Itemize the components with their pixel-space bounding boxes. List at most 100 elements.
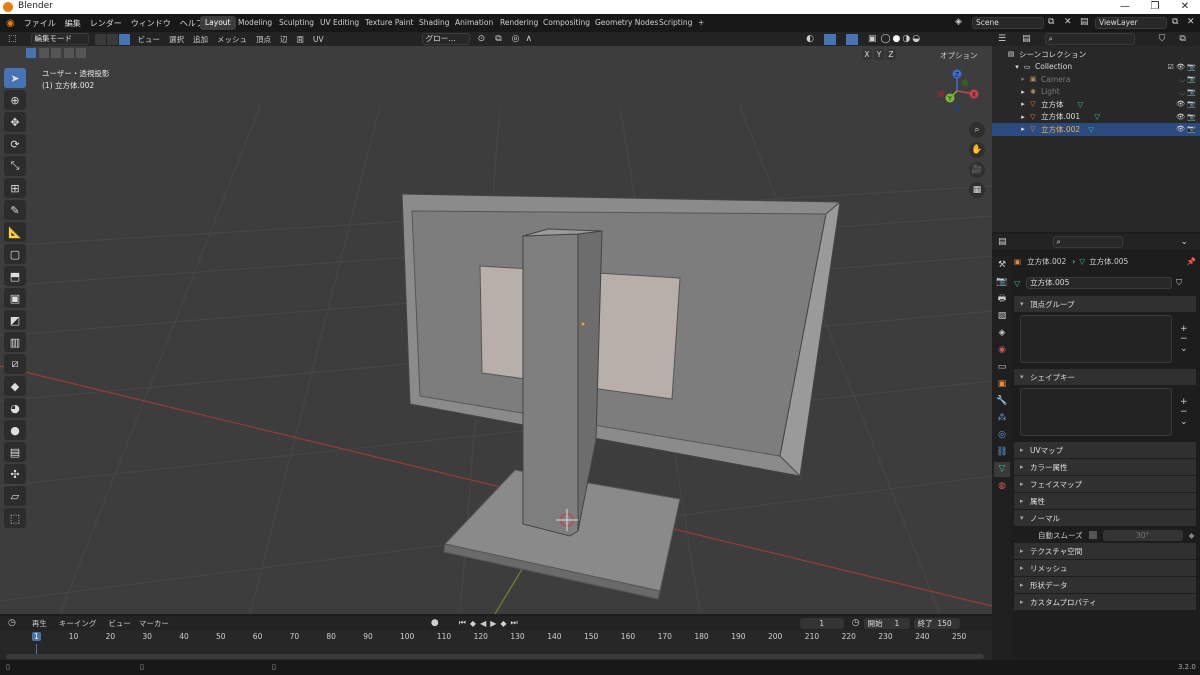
cube-001-visibility-icons[interactable]: 👁 📷: [1176, 113, 1196, 121]
outliner-item-cube-001[interactable]: ▸ ▽ 立方体.001 ▽ 👁 📷: [992, 111, 1200, 124]
jump-end-icon[interactable]: ⏭: [511, 618, 518, 628]
edge-select-icon[interactable]: [106, 33, 118, 45]
constraints-tab-icon[interactable]: ⛓: [994, 445, 1010, 460]
expand-icon[interactable]: ▾: [1012, 63, 1022, 71]
cursor-tool-icon[interactable]: ⊕: [4, 90, 26, 110]
outliner-item-camera[interactable]: ▸ ▣ Camera ◡ 📷: [992, 73, 1200, 86]
new-collection-icon[interactable]: ⧉: [1179, 34, 1185, 44]
panel-uv-maps[interactable]: ▸ UVマップ: [1014, 442, 1196, 458]
panel-attributes[interactable]: ▸ 属性: [1014, 493, 1196, 509]
stand-pillar[interactable]: [522, 233, 579, 537]
properties-menu-icon[interactable]: ⌄: [1181, 237, 1189, 247]
play-icon[interactable]: ▶: [490, 619, 496, 628]
auto-smooth-angle-field[interactable]: 30°: [1102, 529, 1183, 541]
outliner-item-cube-002[interactable]: ▸ ▽ 立方体.002 ▽ 👁 📷: [992, 123, 1200, 136]
menu-select[interactable]: 選択: [169, 34, 184, 45]
frame-ruler[interactable]: 1 10 20 30 40 50 60 70 80 90 100 110 120 130 140 150 160…: [0, 632, 992, 644]
shape-key-list[interactable]: [1020, 388, 1172, 436]
new-scene-icon[interactable]: ⧉: [1048, 17, 1054, 27]
menu-view[interactable]: ビュー: [138, 34, 161, 45]
panel-color-attributes[interactable]: ▸ カラー属性: [1014, 459, 1196, 475]
particles-tab-icon[interactable]: ⁂: [994, 411, 1010, 426]
view-layer-tab-icon[interactable]: ▧: [994, 309, 1010, 324]
measure-tool-icon[interactable]: 📐: [4, 222, 26, 242]
current-frame-field[interactable]: 1: [799, 617, 844, 629]
add-vertex-group-icon[interactable]: + − ⌄: [1180, 324, 1188, 354]
tab-geometry-nodes[interactable]: Geometry Nodes: [590, 16, 663, 30]
menu-file[interactable]: ファイル: [24, 18, 56, 29]
edge-slide-tool-icon[interactable]: ▤: [4, 442, 26, 462]
add-workspace-button[interactable]: +: [693, 16, 709, 30]
add-shape-key-icon[interactable]: + − ⌄: [1180, 397, 1188, 427]
outliner-item-cube[interactable]: ▸ ▽ 立方体 ▽ 👁 📷: [992, 98, 1200, 111]
mesh-browse-icon[interactable]: ▽: [1014, 279, 1020, 288]
3d-viewport[interactable]: [0, 46, 992, 614]
expand-icon[interactable]: ▸: [1018, 88, 1028, 96]
scene-tab-icon[interactable]: ◈: [994, 326, 1010, 341]
properties-search-input[interactable]: ⌕: [1052, 236, 1123, 248]
panel-texture-space[interactable]: ▸ テクスチャ空間: [1014, 543, 1196, 559]
menu-edit[interactable]: 編集: [65, 18, 81, 29]
tab-layout[interactable]: Layout: [200, 16, 236, 30]
menu-keying[interactable]: キーイング: [59, 618, 97, 629]
panel-custom-properties[interactable]: ▸ カスタムプロパティ: [1014, 594, 1196, 610]
auto-smooth-checkbox[interactable]: [1088, 531, 1097, 539]
pan-hand-icon[interactable]: ✋: [969, 142, 985, 158]
play-reverse-icon[interactable]: ◀: [480, 619, 486, 628]
collection-tab-icon[interactable]: ▭: [994, 360, 1010, 375]
scale-tool-icon[interactable]: ⤡: [4, 156, 26, 176]
render-tab-icon[interactable]: 📷: [994, 275, 1010, 290]
inset-tool-icon[interactable]: ▣: [4, 288, 26, 308]
blender-menu-icon[interactable]: ◉: [6, 18, 15, 29]
filter-icon[interactable]: ⛉: [1159, 34, 1166, 44]
menu-mesh[interactable]: メッシュ: [217, 34, 247, 45]
new-viewlayer-icon[interactable]: ⧉: [1172, 17, 1178, 27]
visibility-icon[interactable]: ◐: [806, 34, 814, 44]
knife-tool-icon[interactable]: ⧄: [4, 354, 26, 374]
pivot-icon[interactable]: ⊙: [478, 34, 486, 44]
cube-002-visibility-icons[interactable]: 👁 📷: [1176, 125, 1196, 133]
bevel-tool-icon[interactable]: ◩: [4, 310, 26, 330]
panel-geometry-data[interactable]: ▸ 形状データ: [1014, 577, 1196, 593]
tool-tab-icon[interactable]: ⚒: [994, 258, 1010, 273]
object-tab-icon[interactable]: ▣: [994, 377, 1010, 392]
tab-modeling[interactable]: Modeling: [233, 16, 277, 30]
expand-icon[interactable]: ▸: [1018, 75, 1028, 83]
panel-vertex-groups[interactable]: ▾ 頂点グループ: [1014, 296, 1196, 312]
fake-user-icon[interactable]: ⛉: [1176, 278, 1182, 288]
tab-scripting[interactable]: Scripting: [654, 16, 697, 30]
modifier-tab-icon[interactable]: 🔧: [994, 394, 1010, 409]
overlay-toggle-icon[interactable]: [845, 33, 858, 45]
jump-keyframe-back-icon[interactable]: ◆: [470, 619, 476, 628]
expand-icon[interactable]: ▸: [1018, 125, 1028, 133]
timeline[interactable]: 1 10 20 30 40 50 60 70 80 90 100 110 120 130 140 150 160…: [0, 630, 992, 660]
material-tab-icon[interactable]: ◍: [994, 479, 1010, 494]
face-select-icon[interactable]: [118, 33, 130, 45]
expand-icon[interactable]: ▸: [1018, 100, 1028, 108]
world-tab-icon[interactable]: ◉: [994, 343, 1010, 358]
keyframe-dot-icon[interactable]: ◆: [1189, 531, 1195, 540]
annotate-tool-icon[interactable]: ✎: [4, 200, 26, 220]
viewlayer-selector[interactable]: ViewLayer: [1095, 17, 1167, 29]
zoom-icon[interactable]: ⌕: [969, 122, 985, 138]
collection-row[interactable]: ▾ ▭ Collection ☑ 👁 📷: [992, 61, 1200, 74]
menu-playback[interactable]: 再生: [32, 618, 47, 629]
extrude-tool-icon[interactable]: ⬒: [4, 266, 26, 286]
select-intersect-icon[interactable]: [76, 48, 87, 58]
scene-selector[interactable]: Scene: [972, 17, 1044, 29]
minimize-button[interactable]: —: [1110, 0, 1140, 14]
menu-render[interactable]: レンダー: [90, 18, 122, 29]
start-frame-field[interactable]: 開始 1: [863, 617, 910, 629]
jump-keyframe-forward-icon[interactable]: ◆: [500, 619, 506, 628]
timeline-scrollbar[interactable]: [6, 654, 984, 659]
panel-face-maps[interactable]: ▸ フェイスマップ: [1014, 476, 1196, 492]
options-dropdown[interactable]: オプション: [940, 50, 978, 61]
editor-type-icon[interactable]: ⬚: [8, 34, 17, 44]
select-tool-icon[interactable]: ➤: [4, 68, 26, 88]
menu-add[interactable]: 追加: [193, 34, 208, 45]
jump-start-icon[interactable]: ⏮: [459, 618, 466, 628]
menu-uv[interactable]: UV: [313, 35, 324, 44]
gizmo-toggle-icon[interactable]: [823, 33, 836, 45]
select-box-icon[interactable]: [26, 48, 36, 58]
mirror-z-toggle[interactable]: Z: [886, 49, 896, 60]
